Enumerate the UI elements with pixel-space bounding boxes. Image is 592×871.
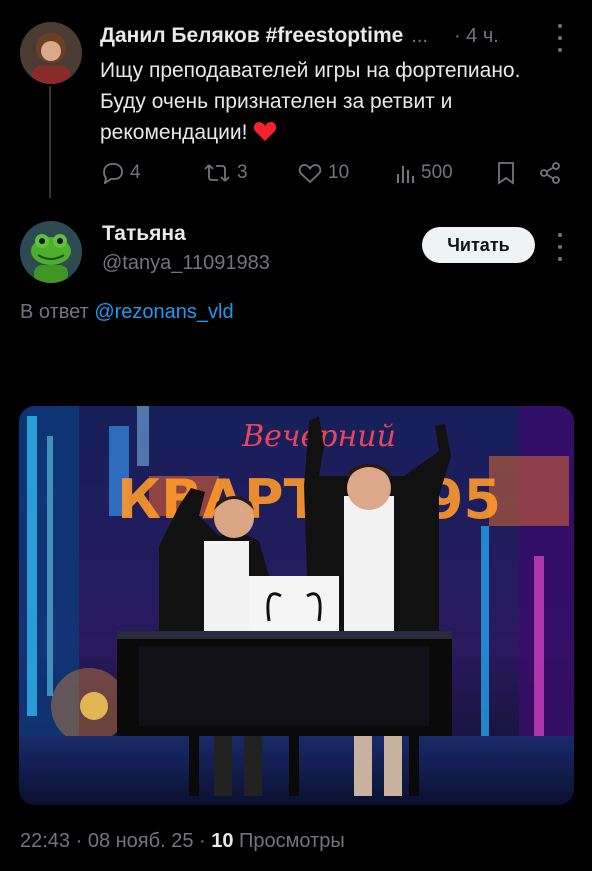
share-icon <box>540 162 560 184</box>
reply-button[interactable]: 4 <box>100 158 141 188</box>
parent-tweet-text: Ищу преподавателей игры на фортепиано. Б… <box>100 55 570 151</box>
parent-tweet-time[interactable]: · 4 ч. <box>454 25 499 48</box>
stage-photo: Вечерний КВАРТАЛ 95 <box>19 406 574 805</box>
reply-author-handle[interactable]: @tanya_11091983 <box>102 252 270 275</box>
parent-tweet-actions: 4 3 10 500 <box>100 158 570 188</box>
heart-emoji-icon <box>253 120 277 151</box>
parent-tweet-header: Данил Беляков #freestoptime ... · 4 ч. <box>100 21 570 51</box>
reply-count: 4 <box>130 162 141 183</box>
like-icon <box>298 164 322 184</box>
views-count: 500 <box>421 162 453 183</box>
parent-tweet-body: Ищу преподавателей игры на фортепиано. Б… <box>100 59 521 144</box>
reply-author-name[interactable]: Татьяна <box>102 222 186 246</box>
reply-mention-link[interactable]: @rezonans_vld <box>94 301 233 323</box>
tweet-meta: 22:43 · 08 нояб. 25 · 10 Просмотры <box>20 830 345 853</box>
bookmark-icon <box>498 162 514 185</box>
like-count: 10 <box>328 162 350 183</box>
parent-author-name[interactable]: Данил Беляков #freestoptime <box>100 24 403 48</box>
follow-button[interactable]: Читать <box>422 227 535 263</box>
like-button[interactable]: 10 <box>298 158 349 188</box>
meta-timestamp[interactable]: 22:43 · 08 нояб. 25 · <box>20 830 206 852</box>
more-icon[interactable] <box>556 24 564 52</box>
reply-prefix: В ответ <box>20 301 89 323</box>
share-button[interactable] <box>538 158 562 188</box>
views-icon <box>397 166 414 183</box>
avatar-image <box>20 22 82 84</box>
name-ellipsis: ... <box>411 24 428 47</box>
reply-icon <box>103 163 123 184</box>
avatar-image <box>20 221 82 283</box>
thread-connector-line <box>49 86 51 198</box>
retweet-count: 3 <box>237 162 248 183</box>
meta-views-count: 10 <box>211 830 234 852</box>
meta-views-label: Просмотры <box>239 830 345 852</box>
parent-author-avatar[interactable] <box>20 22 82 84</box>
tweet-media-image[interactable]: Вечерний КВАРТАЛ 95 <box>19 406 574 805</box>
views-button[interactable]: 500 <box>395 158 453 188</box>
reply-context: В ответ @rezonans_vld <box>20 301 234 324</box>
bookmark-button[interactable] <box>496 158 516 188</box>
retweet-icon <box>204 164 230 182</box>
reply-author-avatar[interactable] <box>20 221 82 283</box>
retweet-button[interactable]: 3 <box>203 158 248 188</box>
reply-more-icon[interactable] <box>556 233 564 261</box>
